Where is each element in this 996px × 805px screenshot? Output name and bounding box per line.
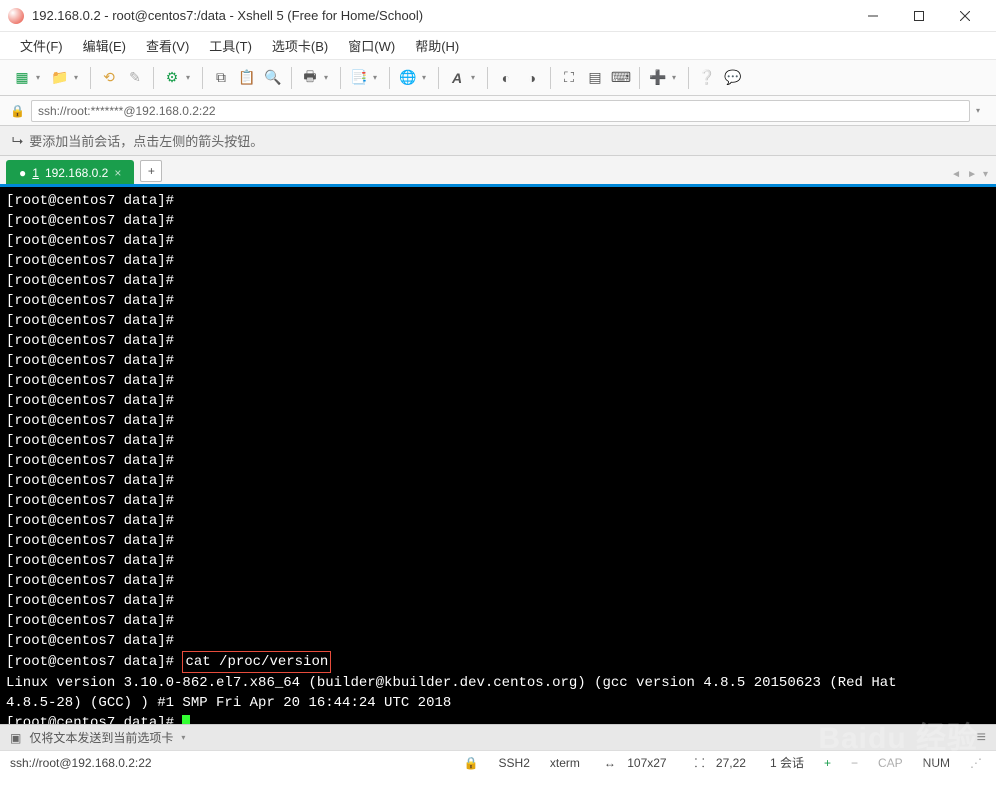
separator bbox=[340, 67, 341, 89]
dropdown-icon[interactable]: ▾ bbox=[471, 73, 481, 82]
close-tab-icon[interactable]: × bbox=[114, 166, 121, 180]
properties-icon[interactable]: ⚙ bbox=[160, 66, 184, 90]
dropdown-icon[interactable]: ▾ bbox=[422, 73, 432, 82]
separator bbox=[550, 67, 551, 89]
menubar: 文件(F) 编辑(E) 查看(V) 工具(T) 选项卡(B) 窗口(W) 帮助(… bbox=[0, 32, 996, 60]
send-target-text: 仅将文本发送到当前选项卡 bbox=[29, 729, 173, 746]
copy-icon[interactable]: ⧉ bbox=[209, 66, 233, 90]
tab-label: 192.168.0.2 bbox=[45, 166, 108, 180]
terminal-icon: ▣ bbox=[10, 731, 21, 745]
status-resize-grip[interactable]: ⋰ bbox=[966, 756, 986, 770]
menu-tools[interactable]: 工具(T) bbox=[201, 32, 260, 59]
status-bar: ssh://root@192.168.0.2:22 🔒 SSH2 xterm ↔… bbox=[0, 750, 996, 774]
tab-list-icon[interactable]: ▾ bbox=[983, 169, 988, 180]
separator bbox=[487, 67, 488, 89]
reconnect-icon[interactable]: ⟲ bbox=[97, 66, 121, 90]
status-lock-icon: 🔒 bbox=[460, 756, 483, 770]
search-icon[interactable]: 🔍 bbox=[261, 66, 285, 90]
highlight-icon[interactable]: ◑ bbox=[520, 66, 544, 90]
compose-icon[interactable]: 💬 bbox=[721, 66, 745, 90]
paste-icon[interactable]: 📋 bbox=[235, 66, 259, 90]
tab-session-1[interactable]: ● 1 192.168.0.2 × bbox=[6, 160, 134, 184]
status-dimensions: ↔ 107x27 bbox=[596, 756, 675, 770]
tab-bar: ● 1 192.168.0.2 × + ◄ ► ▾ bbox=[0, 156, 996, 184]
menu-dots-icon[interactable]: ≡ bbox=[977, 729, 986, 747]
separator bbox=[291, 67, 292, 89]
minimize-button[interactable] bbox=[850, 0, 896, 32]
send-target-bar: ▣ 仅将文本发送到当前选项卡 ▾ ≡ bbox=[0, 724, 996, 750]
separator bbox=[438, 67, 439, 89]
status-caps: CAP bbox=[874, 756, 907, 770]
dropdown-icon[interactable]: ▾ bbox=[324, 73, 334, 82]
dropdown-icon[interactable]: ▾ bbox=[74, 73, 84, 82]
print-icon[interactable]: 🖶 bbox=[298, 66, 322, 90]
status-sessions: 1 会话 bbox=[766, 754, 808, 771]
terminal[interactable]: [root@centos7 data]#[root@centos7 data]#… bbox=[0, 184, 996, 724]
dropdown-icon[interactable]: ▾ bbox=[976, 106, 986, 115]
status-add-icon[interactable]: + bbox=[820, 756, 835, 770]
info-text: 要添加当前会话，点击左侧的箭头按钮。 bbox=[29, 131, 263, 150]
separator bbox=[389, 67, 390, 89]
add-tab-button[interactable]: + bbox=[140, 160, 162, 182]
dropdown-icon[interactable]: ▾ bbox=[186, 73, 196, 82]
disconnect-icon[interactable]: ✎ bbox=[123, 66, 147, 90]
app-icon bbox=[8, 8, 24, 24]
info-bar: ⮡ 要添加当前会话，点击左侧的箭头按钮。 bbox=[0, 126, 996, 156]
menu-file[interactable]: 文件(F) bbox=[12, 32, 71, 59]
keyboard-icon[interactable]: ⌨ bbox=[609, 66, 633, 90]
resize-icon: ↔ bbox=[600, 756, 620, 770]
cursor-icon: ⸬ bbox=[691, 756, 709, 770]
lock-icon[interactable]: ➕ bbox=[646, 66, 670, 90]
toolbar: ▦▾ 📁▾ ⟲ ✎ ⚙▾ ⧉ 📋 🔍 🖶▾ 📑▾ 🌐▾ A▾ ◐ ◑ ⛶ ▤ ⌨… bbox=[0, 60, 996, 96]
maximize-button[interactable] bbox=[896, 0, 942, 32]
tab-prev-icon[interactable]: ◄ bbox=[951, 169, 961, 180]
dropdown-icon[interactable]: ▾ bbox=[181, 733, 185, 742]
dropdown-icon[interactable]: ▾ bbox=[672, 73, 682, 82]
menu-tabs[interactable]: 选项卡(B) bbox=[264, 32, 336, 59]
status-remove-icon[interactable]: − bbox=[847, 756, 862, 770]
font-icon[interactable]: A bbox=[445, 66, 469, 90]
status-protocol: SSH2 bbox=[495, 756, 534, 770]
open-folder-icon[interactable]: 📁 bbox=[48, 66, 72, 90]
close-button[interactable] bbox=[942, 0, 988, 32]
tab-next-icon[interactable]: ► bbox=[967, 169, 977, 180]
menu-view[interactable]: 查看(V) bbox=[138, 32, 197, 59]
new-session-icon[interactable]: ▦ bbox=[10, 66, 34, 90]
fullscreen-icon[interactable]: ⛶ bbox=[557, 66, 581, 90]
lock-icon: 🔒 bbox=[10, 104, 25, 118]
transparent-icon[interactable]: ▤ bbox=[583, 66, 607, 90]
menu-edit[interactable]: 编辑(E) bbox=[75, 32, 134, 59]
status-term-type: xterm bbox=[546, 756, 584, 770]
status-cursor-pos: ⸬ 27,22 bbox=[687, 754, 754, 771]
separator bbox=[90, 67, 91, 89]
help-icon[interactable]: ❔ bbox=[695, 66, 719, 90]
separator bbox=[688, 67, 689, 89]
separator bbox=[202, 67, 203, 89]
dropdown-icon[interactable]: ▾ bbox=[36, 73, 46, 82]
color-scheme-icon[interactable]: ◐ bbox=[494, 66, 518, 90]
xftp-icon[interactable]: 📑 bbox=[347, 66, 371, 90]
dropdown-icon[interactable]: ▾ bbox=[373, 73, 383, 82]
tab-index: 1 bbox=[32, 166, 39, 180]
bullet-icon: ● bbox=[19, 166, 26, 180]
separator bbox=[639, 67, 640, 89]
bookmark-arrow-icon[interactable]: ⮡ bbox=[12, 132, 23, 149]
menu-help[interactable]: 帮助(H) bbox=[407, 32, 467, 59]
address-input[interactable] bbox=[31, 100, 970, 122]
window-title: 192.168.0.2 - root@centos7:/data - Xshel… bbox=[32, 8, 850, 23]
titlebar: 192.168.0.2 - root@centos7:/data - Xshel… bbox=[0, 0, 996, 32]
status-connection: ssh://root@192.168.0.2:22 bbox=[10, 756, 152, 770]
globe-icon[interactable]: 🌐 bbox=[396, 66, 420, 90]
tab-nav: ◄ ► ▾ bbox=[951, 169, 988, 180]
menu-window[interactable]: 窗口(W) bbox=[340, 32, 403, 59]
address-bar: 🔒 ▾ bbox=[0, 96, 996, 126]
status-num: NUM bbox=[919, 756, 954, 770]
separator bbox=[153, 67, 154, 89]
